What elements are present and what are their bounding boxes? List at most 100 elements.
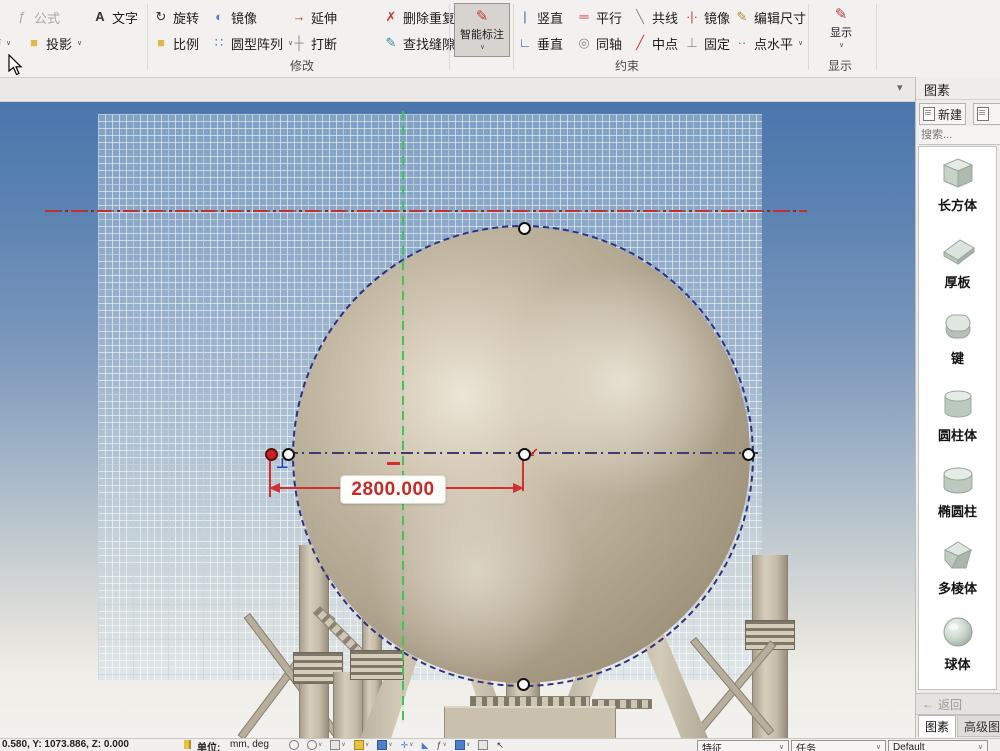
find-gaps-button[interactable]: ✎ 查找缝隙 (383, 31, 455, 55)
list-item-key[interactable]: 键 (938, 306, 978, 383)
rotate-icon: ↻ (153, 9, 169, 25)
list-item-cuboid[interactable]: 长方体 (938, 153, 978, 230)
coaxial-constraint-icon: ◎ (576, 35, 592, 51)
perpendicular-constraint-button[interactable]: ∟ 垂直 (517, 31, 563, 55)
mirror-constraint-button[interactable]: ·|· 镜像 (684, 5, 730, 29)
projection-button[interactable]: ■ 投影 ∨ (26, 31, 82, 55)
snap-toggle-row: ∨ ∨ ∨ ∨ ✛∨ ◣ ƒ∨ ∨ ↖ (289, 739, 504, 751)
remove-duplicates-label: 删除重复 (403, 8, 455, 27)
new-button-label: 新建 (938, 106, 962, 123)
new-button[interactable]: 新建 (919, 103, 966, 125)
dimension-value-label[interactable]: 2800.000 (340, 475, 446, 504)
primitives-sidebar: 图素 新建 长方体 厚板 (915, 77, 1000, 738)
snap-circle-icon[interactable] (289, 740, 299, 750)
extend-button[interactable]: → 延伸 (291, 5, 337, 29)
smart-dimension-icon: ✎ (474, 9, 490, 25)
tab-advanced-primitives[interactable]: 高级图素 (957, 715, 1000, 737)
formula-icon: ƒ (14, 9, 30, 25)
search-input[interactable] (919, 126, 1000, 145)
projection-icon: ■ (26, 35, 42, 51)
layer-yellow-icon[interactable]: ∨ (354, 740, 369, 750)
rotate-button[interactable]: ↻ 旋转 (153, 5, 199, 29)
point-horizontal-caret-icon: ∨ (798, 39, 803, 47)
coordinate-readout: 0.580, Y: 1073.886, Z: 0.000 (2, 739, 129, 750)
ribbon-toolbar: ƒ 公式 A 文字 槽 ∨ ■ 投影 ∨ ↻ 旋转 ◐ 镜像 → 延伸 ✗ 删除… (0, 0, 1000, 78)
solid-view-icon[interactable]: ∨ (455, 740, 470, 750)
fixed-constraint-button[interactable]: ⊥ 固定 (684, 31, 730, 55)
status-bar: 0.580, Y: 1073.886, Z: 0.000 单位: mm, deg… (0, 738, 1000, 751)
list-item-elliptic-cylinder[interactable]: 椭圆柱 (938, 459, 978, 536)
extend-label: 延伸 (311, 8, 337, 27)
default-config-combo[interactable]: Default∨ (888, 740, 988, 751)
coaxial-constraint-button[interactable]: ◎ 同轴 (576, 31, 622, 55)
list-item-sphere[interactable]: 球体 (938, 612, 978, 689)
sphere-bottom-point[interactable] (517, 678, 530, 691)
edit-dimension-button[interactable]: ✎ 编辑尺寸 (734, 5, 806, 29)
feature-panel-combo[interactable]: 特征∨ (697, 740, 789, 751)
select-pointer-icon[interactable]: ↖ (496, 740, 504, 750)
base-beam (444, 706, 616, 738)
axis-cross-icon[interactable]: ✛∨ (401, 740, 414, 750)
vertical-constraint-button[interactable]: | 竖直 (517, 5, 563, 29)
scale-button[interactable]: ■ 比例 (153, 31, 199, 55)
view-blue-icon[interactable]: ∨ (377, 740, 392, 750)
snap-circle-dropdown-icon[interactable]: ∨ (307, 740, 322, 750)
elliptic-cylinder-icon (938, 459, 978, 499)
selected-red-point[interactable] (265, 448, 278, 461)
key-icon (938, 306, 978, 346)
midpoint-constraint-button[interactable]: ╱ 中点 (632, 31, 678, 55)
collapse-panel-icon[interactable]: ▾ (897, 81, 903, 94)
vertical-axis-line (402, 111, 404, 723)
rotate-label: 旋转 (173, 8, 199, 27)
circular-pattern-button[interactable]: ∷ 圆型阵列 ∨ (211, 31, 293, 55)
ribbon-divider (808, 4, 809, 70)
sphere-center-point[interactable] (518, 448, 531, 461)
smart-dimension-button[interactable]: ✎ 智能标注 ∨ (454, 3, 510, 57)
open-library-button[interactable] (973, 103, 1000, 125)
coaxial-constraint-label: 同轴 (596, 34, 622, 53)
plain-square-icon[interactable] (478, 740, 488, 750)
mirror-button[interactable]: ◐ 镜像 (211, 5, 257, 29)
task-panel-label: 任务 (796, 740, 816, 751)
dimension-start-point[interactable] (282, 448, 295, 461)
snap-disabled-icon[interactable]: ∨ (330, 740, 345, 750)
sphere-right-point[interactable] (742, 448, 755, 461)
list-item-label: 键 (951, 348, 964, 367)
smart-dimension-caret-icon: ∨ (480, 43, 485, 51)
display-icon: ✎ (833, 7, 849, 23)
parallel-constraint-button[interactable]: ═ 平行 (576, 5, 622, 29)
text-button[interactable]: A 文字 (92, 5, 138, 29)
collinear-constraint-label: 共线 (652, 8, 678, 27)
back-button[interactable]: ← 返回 (916, 693, 1000, 715)
viewport-header-strip: ▾ (0, 77, 915, 102)
3d-viewport[interactable]: 2800.000 ⊥ ↙ (0, 101, 915, 738)
list-item-thick-plate[interactable]: 厚板 (938, 230, 978, 307)
point-horizontal-label: 点水平 (754, 34, 793, 53)
list-item-label: 多棱体 (938, 578, 977, 597)
ribbon-divider (449, 4, 450, 70)
break-button[interactable]: ┼ 打断 (291, 31, 337, 55)
mouse-cursor-icon (8, 54, 26, 78)
function-icon[interactable]: ƒ∨ (437, 740, 447, 750)
collinear-constraint-button[interactable]: ╲ 共线 (632, 5, 678, 29)
units-value: mm, deg (230, 739, 269, 750)
midpoint-constraint-label: 中点 (652, 34, 678, 53)
list-item-polyhedron[interactable]: 多棱体 (938, 536, 978, 613)
slot-button[interactable]: 槽 ∨ (0, 31, 11, 55)
point-horizontal-button[interactable]: ·· 点水平 ∨ (734, 31, 803, 55)
triangle-view-icon[interactable]: ◣ (422, 740, 429, 750)
task-panel-combo[interactable]: 任务∨ (791, 740, 886, 751)
circular-pattern-icon: ∷ (211, 35, 227, 51)
list-item-cylinder[interactable]: 圆柱体 (938, 383, 978, 460)
minus-mark (387, 462, 400, 465)
sphere-top-point[interactable] (518, 222, 531, 235)
tab-primitives[interactable]: 图素 (918, 715, 956, 737)
feature-panel-label: 特征 (702, 740, 722, 751)
formula-button[interactable]: ƒ 公式 (14, 5, 60, 29)
remove-duplicates-button[interactable]: ✗ 删除重复 (383, 5, 455, 29)
cylinder-icon (938, 383, 978, 423)
scale-label: 比例 (173, 34, 199, 53)
list-item-label: 厚板 (944, 272, 970, 291)
display-button[interactable]: ✎ 显示 ∨ (817, 3, 865, 53)
ribbon-divider (876, 4, 877, 70)
